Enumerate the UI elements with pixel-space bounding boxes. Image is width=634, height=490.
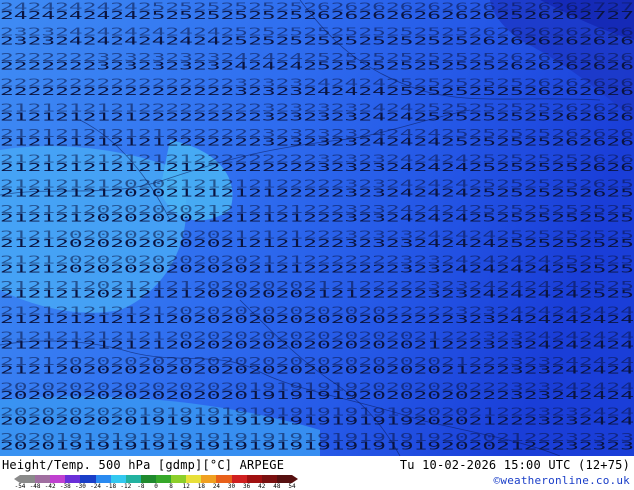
number-row: 2121212120202121212122222323242424252525… bbox=[0, 178, 634, 191]
scale-right-arrow bbox=[292, 475, 298, 483]
number-row: 2323242424242424252525252525252525262626… bbox=[0, 26, 634, 39]
scale-tick-label: 24 bbox=[212, 483, 221, 490]
scale-tick-label: 18 bbox=[197, 483, 205, 490]
number-row: 2121212121222222222323232324242525252525… bbox=[0, 102, 634, 115]
number-row: 2222222222222222232323242424252525252526… bbox=[0, 76, 634, 89]
footer-bar: Height/Temp. 500 hPa [gdmp][°C] ARPEGE T… bbox=[0, 456, 634, 490]
scale-swatch bbox=[35, 475, 51, 483]
number-row: 2121212020202021212121222323242424252525… bbox=[0, 203, 634, 216]
scale-tick-label: -42 bbox=[44, 483, 56, 490]
scale-tick-label: 8 bbox=[169, 483, 173, 490]
number-row: 2121202020202020212121222323232424242525… bbox=[0, 228, 634, 241]
number-row: 2121212121212020202020202020202122232324… bbox=[0, 330, 634, 343]
scale-tick-label: 0 bbox=[154, 483, 158, 490]
scale-tick-label: 30 bbox=[227, 483, 236, 490]
scale-tick-label: -24 bbox=[90, 483, 101, 490]
scale-swatch bbox=[276, 475, 293, 483]
scale-swatch bbox=[110, 475, 127, 483]
scale-swatch bbox=[20, 475, 36, 483]
number-row: 2020202020191919191919191919192020212223… bbox=[0, 406, 634, 419]
map-title: Height/Temp. 500 hPa [gdmp][°C] ARPEGE bbox=[2, 458, 285, 472]
scale-tick-label: 36 bbox=[243, 483, 251, 490]
scale-tick-label: 42 bbox=[258, 483, 266, 490]
scale-swatch bbox=[216, 475, 233, 483]
scale-swatch bbox=[186, 475, 202, 483]
scale-tick-label: 48 bbox=[273, 483, 281, 490]
color-scale-legend: -54 -48 -42 -38 -30 -24 -18 -12 -8 0 8 12 18 24 30 36 42… bbox=[14, 475, 298, 490]
number-row: 2121212121212222222323232324242425252525… bbox=[0, 127, 634, 140]
scale-swatch bbox=[95, 475, 112, 483]
scale-swatch bbox=[65, 475, 81, 483]
scale-tick-label: -30 bbox=[75, 483, 86, 490]
scale-swatch bbox=[50, 475, 66, 483]
number-row: 2222222323232323242424252525252525252626… bbox=[0, 51, 634, 64]
number-row: 2121212121212020202020202020222223232424… bbox=[0, 304, 634, 317]
scale-tick-label: -12 bbox=[120, 483, 132, 490]
scale-swatch bbox=[246, 475, 263, 483]
scale-tick-label: -8 bbox=[137, 483, 145, 490]
number-row: 2020191919191919191919191919191920202122… bbox=[0, 431, 634, 444]
credit-link[interactable]: ©weatheronline.co.uk bbox=[494, 474, 630, 487]
number-row: 2121212121212122222222232323242424252525… bbox=[0, 152, 634, 165]
number-row: 2424242424252525252525262626262626262526… bbox=[0, 0, 634, 13]
number-row: 2121202020202020202020202020202021222323… bbox=[0, 355, 634, 368]
number-row: 2121212021212120202020212122222323242424… bbox=[0, 279, 634, 292]
scale-tick-label: -38 bbox=[59, 483, 71, 490]
scale-swatch bbox=[261, 475, 278, 483]
scale-tick-label: 12 bbox=[182, 483, 190, 490]
scale-swatch bbox=[201, 475, 217, 483]
scale-tick-label: 54 bbox=[288, 483, 296, 490]
scale-tick-label: -54 bbox=[14, 483, 26, 490]
scale-swatch bbox=[80, 475, 97, 483]
scale-swatch bbox=[156, 475, 172, 483]
scale-swatch bbox=[140, 475, 157, 483]
scale-tick-label: -18 bbox=[105, 483, 117, 490]
number-row: 2121202020202020202121222222232324242424… bbox=[0, 254, 634, 267]
map-canvas: 2424242424252525252525262626262626262526… bbox=[0, 0, 634, 456]
scale-swatch bbox=[231, 475, 248, 483]
number-row: 2020202020202020201919191920202020222323… bbox=[0, 380, 634, 393]
weather-map: 2424242424252525252525262626262626262526… bbox=[0, 0, 634, 456]
scale-swatch bbox=[125, 475, 142, 483]
scale-swatch bbox=[171, 475, 187, 483]
scale-tick-label: -48 bbox=[29, 483, 41, 490]
valid-time: Tu 10-02-2026 15:00 UTC (12+75) bbox=[399, 458, 630, 472]
